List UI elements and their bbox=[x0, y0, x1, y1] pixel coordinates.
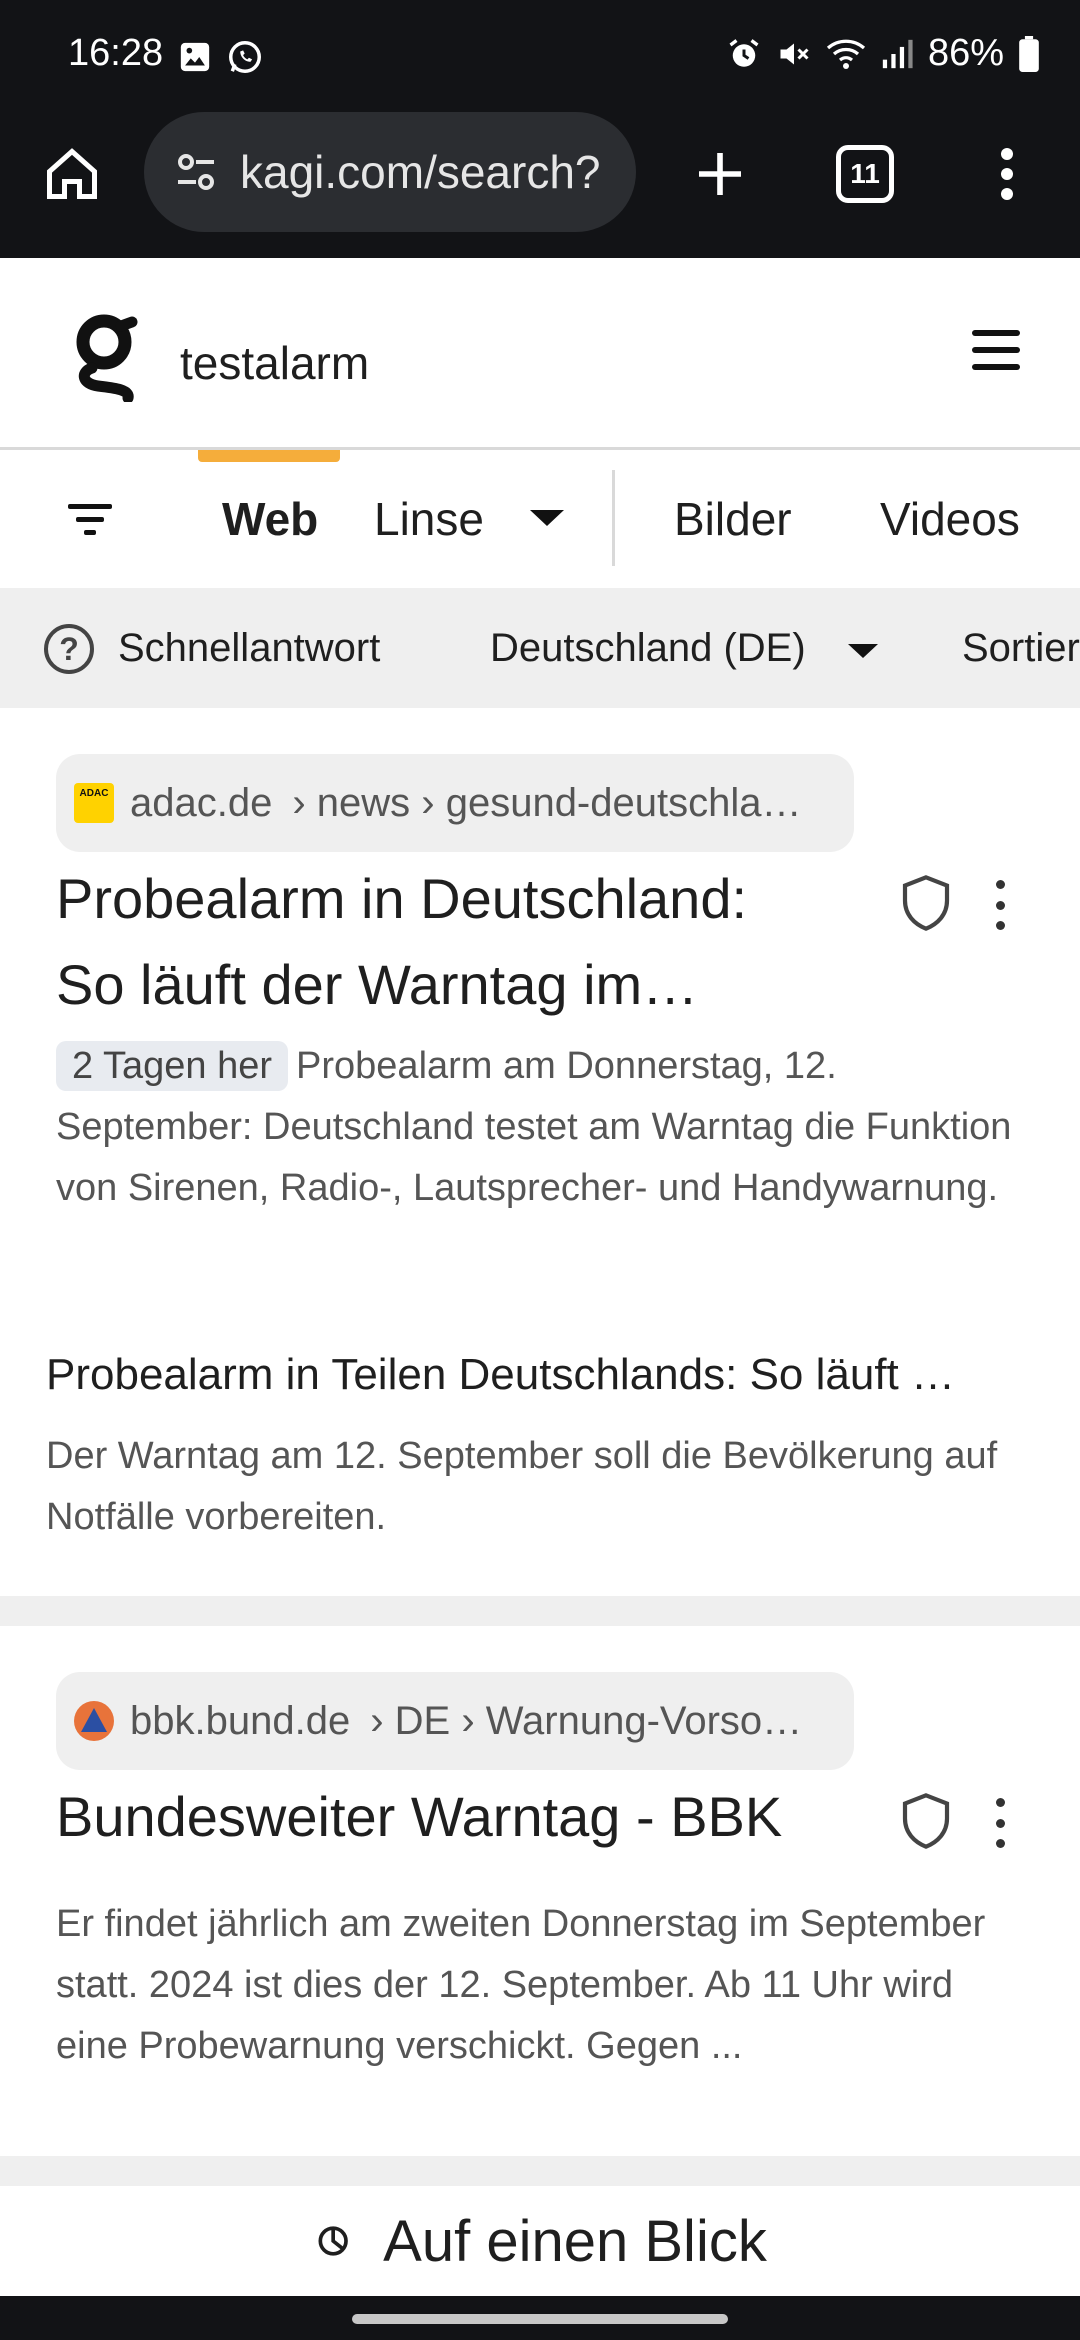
at-a-glance-section[interactable]: Auf einen Blick bbox=[0, 2186, 1080, 2296]
result-separator bbox=[0, 1596, 1080, 1626]
kagi-header: testalarm bbox=[0, 258, 1080, 450]
address-bar[interactable]: kagi.com/search? bbox=[144, 112, 636, 232]
tab-videos[interactable]: Videos bbox=[880, 492, 1020, 546]
region-select[interactable]: Deutschland (DE) bbox=[490, 626, 806, 671]
site-settings-icon[interactable] bbox=[170, 146, 222, 198]
more-options-icon[interactable] bbox=[990, 1798, 1010, 1848]
search-result: ADAC adac.de › news › gesund-deutschla… … bbox=[0, 708, 1080, 1596]
shield-icon[interactable] bbox=[898, 1790, 954, 1852]
result-title-line: Probealarm in Deutschland: bbox=[56, 867, 748, 930]
result-domain: bbk.bund.de bbox=[130, 1698, 351, 1743]
svg-text:ADAC: ADAC bbox=[80, 788, 109, 799]
help-circle-icon[interactable]: ? bbox=[44, 624, 94, 674]
shield-icon[interactable] bbox=[898, 872, 954, 934]
browser-toolbar: kagi.com/search? 11 bbox=[0, 110, 1080, 258]
sub-result-snippet: Der Warntag am 12. September soll die Be… bbox=[46, 1435, 998, 1538]
plus-icon bbox=[699, 153, 741, 195]
glance-icon bbox=[318, 2226, 349, 2256]
alarm-icon bbox=[729, 38, 759, 67]
sort-select[interactable]: Sortier bbox=[962, 626, 1080, 671]
result-snippet: Er findet jährlich am zweiten Donnerstag… bbox=[56, 1903, 986, 2067]
battery-icon bbox=[1019, 35, 1039, 72]
active-tab-indicator bbox=[198, 450, 340, 462]
search-tabs: Web Linse Bilder Videos bbox=[0, 450, 1080, 588]
tab-bilder[interactable]: Bilder bbox=[674, 492, 792, 546]
home-button[interactable] bbox=[38, 140, 106, 208]
gesture-handle[interactable] bbox=[352, 2314, 728, 2324]
caret-down-icon[interactable] bbox=[530, 510, 564, 526]
result-title[interactable]: Probealarm in Deutschland: So läuft der … bbox=[56, 856, 747, 1028]
wifi-icon bbox=[826, 39, 866, 69]
more-options-icon[interactable] bbox=[990, 880, 1010, 930]
status-time: 16:28 bbox=[68, 32, 164, 74]
more-dot bbox=[1001, 188, 1013, 200]
at-a-glance-title: Auf einen Blick bbox=[383, 2208, 767, 2274]
mute-icon bbox=[780, 43, 809, 64]
filter-bar: ? Schnellantwort Deutschland (DE) Sortie… bbox=[0, 588, 1080, 708]
search-result: bbk.bund.de › DE › Warnung-Vorso… Bundes… bbox=[0, 1626, 1080, 2156]
gallery-icon bbox=[180, 42, 210, 72]
status-right: 86% bbox=[726, 32, 1040, 75]
result-snippet: 2 Tagen her Probealarm am Donnerstag, 12.… bbox=[56, 1036, 1016, 1219]
tab-web[interactable]: Web bbox=[222, 492, 318, 546]
more-dot bbox=[1001, 148, 1013, 160]
date-badge: 2 Tagen her bbox=[56, 1041, 289, 1091]
home-icon bbox=[47, 148, 97, 199]
more-dot bbox=[1001, 168, 1013, 180]
status-bar: 16:28 86% bbox=[0, 0, 1080, 110]
result-path: › news › gesund-deutschla… bbox=[292, 780, 802, 825]
tab-divider bbox=[612, 470, 615, 566]
new-tab-button[interactable] bbox=[684, 138, 756, 210]
result-source[interactable]: ADAC adac.de › news › gesund-deutschla… bbox=[56, 754, 854, 852]
sub-result-title[interactable]: Probealarm in Teilen Deutschlands: So lä… bbox=[46, 1350, 955, 1400]
bbk-favicon-icon bbox=[74, 1701, 114, 1741]
caret-down-icon[interactable] bbox=[848, 644, 878, 658]
search-query[interactable]: testalarm bbox=[180, 336, 369, 390]
filter-icon[interactable] bbox=[66, 502, 114, 538]
kagi-logo[interactable] bbox=[72, 312, 142, 402]
tab-linse[interactable]: Linse bbox=[374, 492, 484, 546]
result-title-line: So läuft der Warntag im… bbox=[56, 953, 699, 1016]
browser-menu-button[interactable] bbox=[990, 140, 1024, 208]
adac-favicon-icon: ADAC bbox=[74, 783, 114, 823]
url-text: kagi.com/search? bbox=[240, 146, 601, 198]
battery-level: 86% bbox=[927, 32, 1004, 74]
whatsapp-icon bbox=[229, 41, 261, 73]
signal-icon bbox=[882, 39, 913, 68]
tab-switcher-button[interactable]: 11 bbox=[836, 145, 894, 203]
result-source[interactable]: bbk.bund.de › DE › Warnung-Vorso… bbox=[56, 1672, 854, 1770]
result-title[interactable]: Bundesweiter Warntag - BBK bbox=[56, 1774, 782, 1860]
system-nav-bar bbox=[0, 2296, 1080, 2340]
quick-answer-button[interactable]: Schnellantwort bbox=[118, 626, 380, 671]
result-domain: adac.de bbox=[130, 780, 273, 825]
result-path: › DE › Warnung-Vorso… bbox=[370, 1698, 803, 1743]
notification-icons bbox=[178, 38, 264, 76]
result-separator bbox=[0, 2156, 1080, 2186]
hamburger-menu-icon[interactable] bbox=[972, 330, 1020, 370]
